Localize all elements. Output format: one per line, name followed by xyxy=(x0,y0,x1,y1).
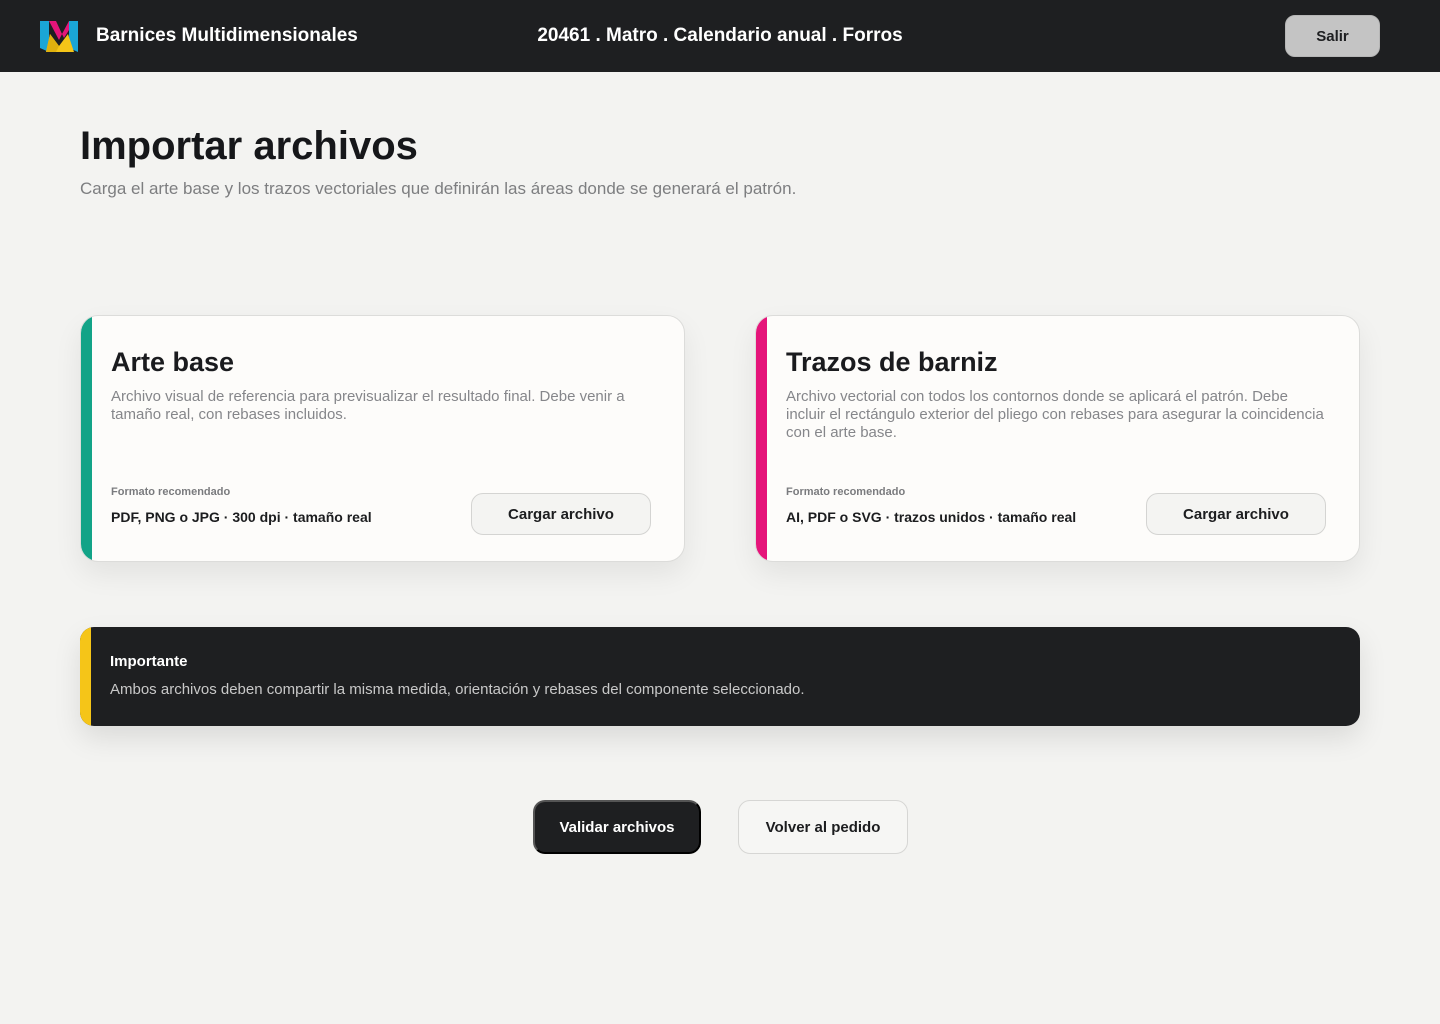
format-value: PDF, PNG o JPG · 300 dpi · tamaño real xyxy=(111,509,372,525)
page-subtitle: Carga el arte base y los trazos vectoria… xyxy=(80,179,797,198)
card-description: Archivo vectorial con todos los contorno… xyxy=(786,388,1324,441)
notice-text: Ambos archivos deben compartir la misma … xyxy=(110,681,805,698)
notice-title: Importante xyxy=(110,653,188,670)
validate-files-button[interactable]: Validar archivos xyxy=(533,800,701,854)
back-to-order-button[interactable]: Volver al pedido xyxy=(738,800,908,854)
card-accent-stripe xyxy=(756,316,767,561)
notice-accent-stripe xyxy=(80,627,91,726)
brand-logo-icon xyxy=(40,21,78,52)
exit-button[interactable]: Salir xyxy=(1285,15,1380,57)
upload-arte-base-button[interactable]: Cargar archivo xyxy=(471,493,651,535)
card-arte-base: Arte base Archivo visual de referencia p… xyxy=(80,315,685,562)
format-label: Formato recomendado xyxy=(111,486,231,498)
card-description: Archivo visual de referencia para previs… xyxy=(111,388,625,423)
card-trazos-de-barniz: Trazos de barniz Archivo vectorial con t… xyxy=(755,315,1360,562)
important-notice: Importante Ambos archivos deben comparti… xyxy=(80,627,1360,726)
card-title: Arte base xyxy=(111,347,235,377)
page-title: Importar archivos xyxy=(80,124,418,168)
format-value: AI, PDF o SVG · trazos unidos · tamaño r… xyxy=(786,509,1077,525)
upload-trazos-button[interactable]: Cargar archivo xyxy=(1146,493,1326,535)
card-title: Trazos de barniz xyxy=(786,347,998,377)
brand-name: Barnices Multidimensionales xyxy=(96,25,358,46)
card-accent-stripe xyxy=(81,316,92,561)
format-label: Formato recomendado xyxy=(786,486,906,498)
breadcrumb: 20461 . Matro . Calendario anual . Forro… xyxy=(537,25,903,46)
top-bar: Barnices Multidimensionales 20461 . Matr… xyxy=(0,0,1440,72)
